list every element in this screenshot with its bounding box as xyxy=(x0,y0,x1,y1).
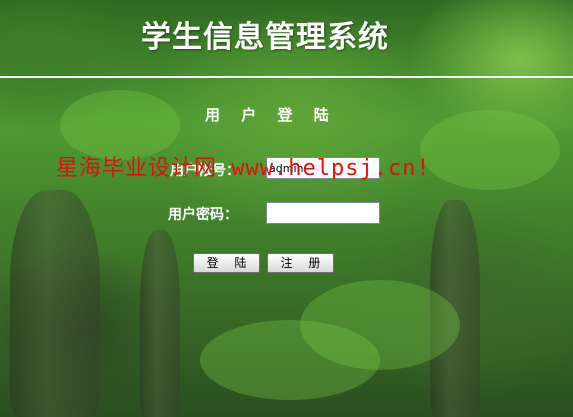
register-button[interactable]: 注 册 xyxy=(267,253,334,273)
login-button[interactable]: 登 陆 xyxy=(193,253,260,273)
title-divider xyxy=(0,76,573,78)
account-label: 用户帐号： xyxy=(170,163,240,179)
account-input[interactable] xyxy=(266,157,380,179)
system-title: 学生信息管理系统 xyxy=(141,20,389,55)
password-input[interactable] xyxy=(266,202,380,224)
login-heading: 用 户 登 陆 xyxy=(205,106,337,124)
password-label: 用户密码： xyxy=(168,207,238,223)
